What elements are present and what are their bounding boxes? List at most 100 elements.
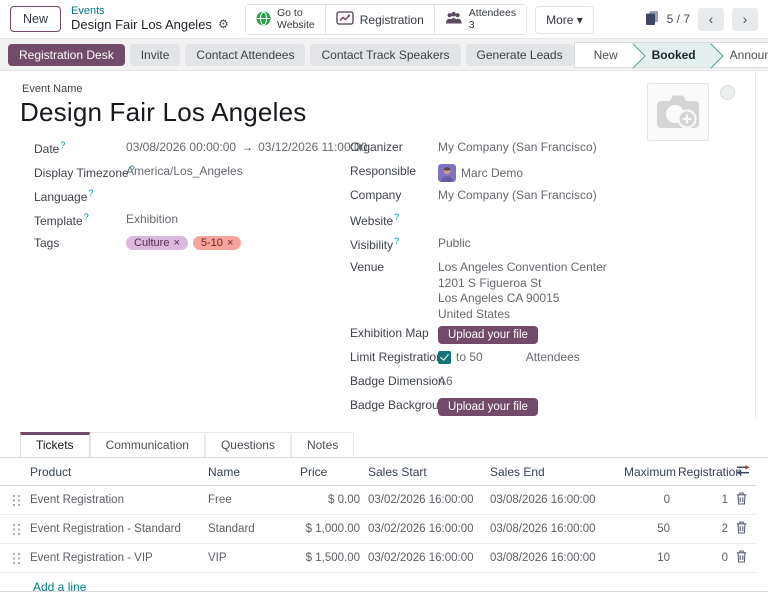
col-header-sales-start[interactable]: Sales Start — [364, 458, 486, 486]
cell-price[interactable]: $ 0.00 — [296, 486, 364, 515]
cell-product[interactable]: Event Registration - Standard — [26, 515, 204, 544]
date-start-input[interactable]: 03/08/2026 00:00:00 — [126, 140, 236, 154]
language-label: Language — [34, 190, 87, 204]
cell-price[interactable]: $ 1,000.00 — [296, 515, 364, 544]
tab-questions[interactable]: Questions — [205, 432, 291, 457]
visibility-select[interactable]: Public — [438, 236, 471, 250]
cell-maximum[interactable]: 50 — [620, 515, 674, 544]
tag-culture[interactable]: Culture× — [126, 236, 188, 250]
badge-dimension-select[interactable]: A6 — [438, 374, 453, 388]
invite-button[interactable]: Invite — [130, 44, 181, 66]
venue-line: Los Angeles CA 90015 — [438, 291, 607, 307]
cell-sales-start[interactable]: 03/02/2026 16:00:00 — [364, 544, 486, 573]
field-limit-registrations: Limit Registrations to 50 Attendees — [350, 346, 635, 370]
responsible-avatar — [438, 164, 456, 182]
form-sheet: Event Name Design Fair Los Angeles Date?… — [0, 71, 756, 418]
cell-sales-start[interactable]: 03/02/2026 16:00:00 — [364, 515, 486, 544]
activity-state-button[interactable] — [720, 85, 735, 100]
ticket-row[interactable]: Event Registration - Standard Standard $… — [0, 515, 756, 544]
delete-row-icon[interactable] — [736, 521, 747, 537]
cell-sales-end[interactable]: 03/08/2026 16:00:00 — [486, 486, 620, 515]
cell-sales-end[interactable]: 03/08/2026 16:00:00 — [486, 515, 620, 544]
col-header-maximum[interactable]: Maximum — [620, 458, 674, 486]
tab-communication[interactable]: Communication — [90, 432, 205, 457]
attendees-icon — [445, 11, 463, 28]
col-header-registration[interactable]: Registration — [674, 458, 732, 486]
form-view-stack-icon[interactable] — [645, 10, 659, 29]
registration-desk-button[interactable]: Registration Desk — [8, 44, 125, 66]
more-dropdown-button[interactable]: More ▾ — [535, 6, 594, 34]
field-venue: Venue Los Angeles Convention Center 1201… — [350, 256, 635, 322]
cell-maximum[interactable]: 0 — [620, 486, 674, 515]
badge-background-upload-button[interactable]: Upload your file — [438, 398, 538, 416]
drag-handle[interactable] — [12, 552, 20, 565]
optional-columns-icon[interactable] — [736, 465, 750, 479]
cell-product[interactable]: Event Registration — [26, 486, 204, 515]
organizer-select[interactable]: My Company (San Francisco) — [438, 140, 597, 154]
exhibition-map-upload-button[interactable]: Upload your file — [438, 326, 538, 344]
venue-address[interactable]: Los Angeles Convention Center 1201 S Fig… — [438, 260, 607, 322]
cell-product[interactable]: Event Registration - VIP — [26, 544, 204, 573]
venue-line: United States — [438, 307, 607, 323]
company-select[interactable]: My Company (San Francisco) — [438, 188, 597, 202]
new-button[interactable]: New — [10, 6, 61, 32]
table-header-row: Product Name Price Sales Start Sales End… — [0, 458, 756, 486]
generate-leads-button[interactable]: Generate Leads — [466, 44, 574, 66]
field-website: Website? — [350, 208, 635, 232]
tag-remove-icon[interactable]: × — [173, 237, 179, 249]
tag-remove-icon[interactable]: × — [227, 237, 233, 249]
drag-handle[interactable] — [12, 494, 20, 507]
venue-line: Los Angeles Convention Center — [438, 260, 607, 276]
pager-next-button[interactable]: › — [732, 8, 758, 31]
ticket-row[interactable]: Event Registration Free $ 0.00 03/02/202… — [0, 486, 756, 515]
template-select[interactable]: Exhibition — [126, 212, 178, 226]
contact-track-speakers-button[interactable]: Contact Track Speakers — [310, 44, 460, 66]
cell-sales-start[interactable]: 03/02/2026 16:00:00 — [364, 486, 486, 515]
attendees-label: Attendees — [469, 8, 516, 20]
cell-name[interactable]: VIP — [204, 544, 296, 573]
col-header-name[interactable]: Name — [204, 458, 296, 486]
drag-handle[interactable] — [12, 523, 20, 536]
go-to-website-button[interactable]: Go to Website — [246, 5, 326, 34]
cell-sales-end[interactable]: 03/08/2026 16:00:00 — [486, 544, 620, 573]
status-bar: New Booked Announced Ended Cancelled — [574, 42, 768, 68]
field-language: Language? — [34, 184, 350, 208]
cell-name[interactable]: Free — [204, 486, 296, 515]
timezone-select[interactable]: America/Los_Angeles — [126, 164, 243, 178]
settings-gear-icon[interactable]: ⚙ — [218, 18, 229, 32]
col-header-price[interactable]: Price — [296, 458, 364, 486]
tag-5-10[interactable]: 5-10× — [193, 236, 241, 250]
limit-registrations-checkbox[interactable] — [438, 351, 451, 364]
field-responsible: Responsible Marc Demo — [350, 160, 635, 184]
limit-registrations-value[interactable]: to 50 — [456, 350, 483, 364]
col-header-sales-end[interactable]: Sales End — [486, 458, 620, 486]
field-exhibition-map: Exhibition Map Upload your file — [350, 322, 635, 346]
ticket-row[interactable]: Event Registration - VIP VIP $ 1,500.00 … — [0, 544, 756, 573]
responsible-select[interactable]: Marc Demo — [461, 166, 523, 180]
status-step-new[interactable]: New — [575, 43, 633, 67]
tab-notes[interactable]: Notes — [291, 432, 354, 457]
field-visibility: Visibility? Public — [350, 232, 635, 256]
globe-icon — [256, 11, 271, 29]
cell-maximum[interactable]: 10 — [620, 544, 674, 573]
delete-row-icon[interactable] — [736, 492, 747, 508]
pager-previous-button[interactable]: ‹ — [698, 8, 724, 31]
notebook-tabs: Tickets Communication Questions Notes — [0, 432, 768, 458]
breadcrumb-events-link[interactable]: Events — [71, 5, 229, 18]
field-company: Company My Company (San Francisco) — [350, 184, 635, 208]
contact-attendees-button[interactable]: Contact Attendees — [185, 44, 305, 66]
help-icon: ? — [84, 212, 89, 222]
cell-registration: 0 — [674, 544, 732, 573]
event-image-upload[interactable] — [647, 83, 709, 141]
event-name-input[interactable]: Design Fair Los Angeles — [20, 97, 755, 128]
attendees-stat-button[interactable]: Attendees 3 — [435, 5, 526, 34]
go-to-website-label-2: Website — [277, 20, 315, 32]
responsible-label: Responsible — [350, 164, 438, 178]
badge-background-label: Badge Background — [350, 398, 438, 412]
delete-row-icon[interactable] — [736, 550, 747, 566]
cell-name[interactable]: Standard — [204, 515, 296, 544]
tab-tickets[interactable]: Tickets — [20, 432, 90, 457]
cell-price[interactable]: $ 1,500.00 — [296, 544, 364, 573]
registration-stat-button[interactable]: Registration — [326, 5, 435, 34]
col-header-product[interactable]: Product — [26, 458, 204, 486]
